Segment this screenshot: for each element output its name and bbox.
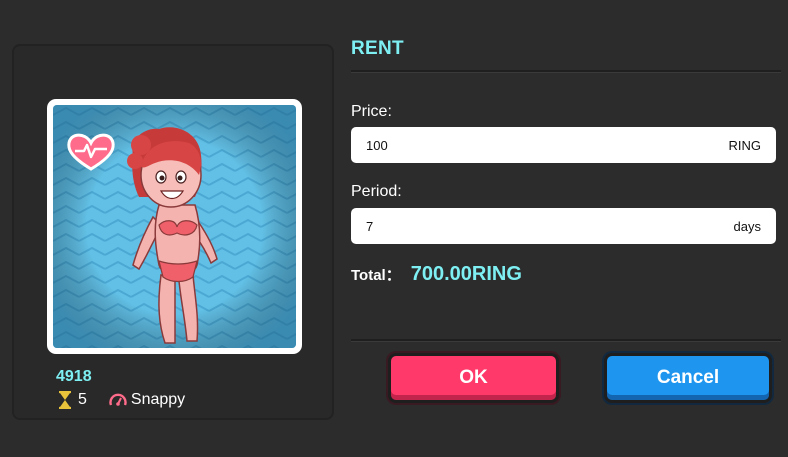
price-label: Price: [351, 103, 392, 120]
price-value[interactable]: 100 [366, 138, 388, 153]
period-input[interactable]: 7 days [351, 208, 776, 244]
total-label: Total： [351, 267, 401, 284]
period-value[interactable]: 7 [366, 219, 373, 234]
speed-stat: Snappy [109, 391, 185, 409]
ok-button[interactable]: OK [388, 353, 559, 403]
character-illustration [53, 105, 296, 348]
character-art-frame [47, 99, 302, 354]
card-stats: 5 Snappy [56, 391, 207, 409]
period-label: Period: [351, 183, 402, 200]
hourglass-icon [59, 391, 71, 409]
price-unit: RING [728, 137, 762, 153]
total-row: Total： 700.00RING [351, 263, 522, 286]
speedometer-icon [109, 393, 127, 406]
speed-value: Snappy [130, 391, 186, 408]
cancel-button[interactable]: Cancel [604, 353, 772, 403]
title-divider [351, 70, 781, 73]
footer-divider [351, 339, 781, 342]
price-input[interactable]: 100 RING [351, 127, 776, 163]
generation-stat: 5 [56, 391, 87, 409]
character-art [53, 105, 296, 348]
generation-value: 5 [78, 391, 87, 408]
token-id: 4918 [56, 368, 92, 385]
character-card: 4918 5 Snappy [12, 44, 334, 420]
total-value: 700.00RING [410, 263, 522, 285]
rent-title: RENT [351, 38, 404, 59]
period-unit: days [733, 218, 761, 234]
